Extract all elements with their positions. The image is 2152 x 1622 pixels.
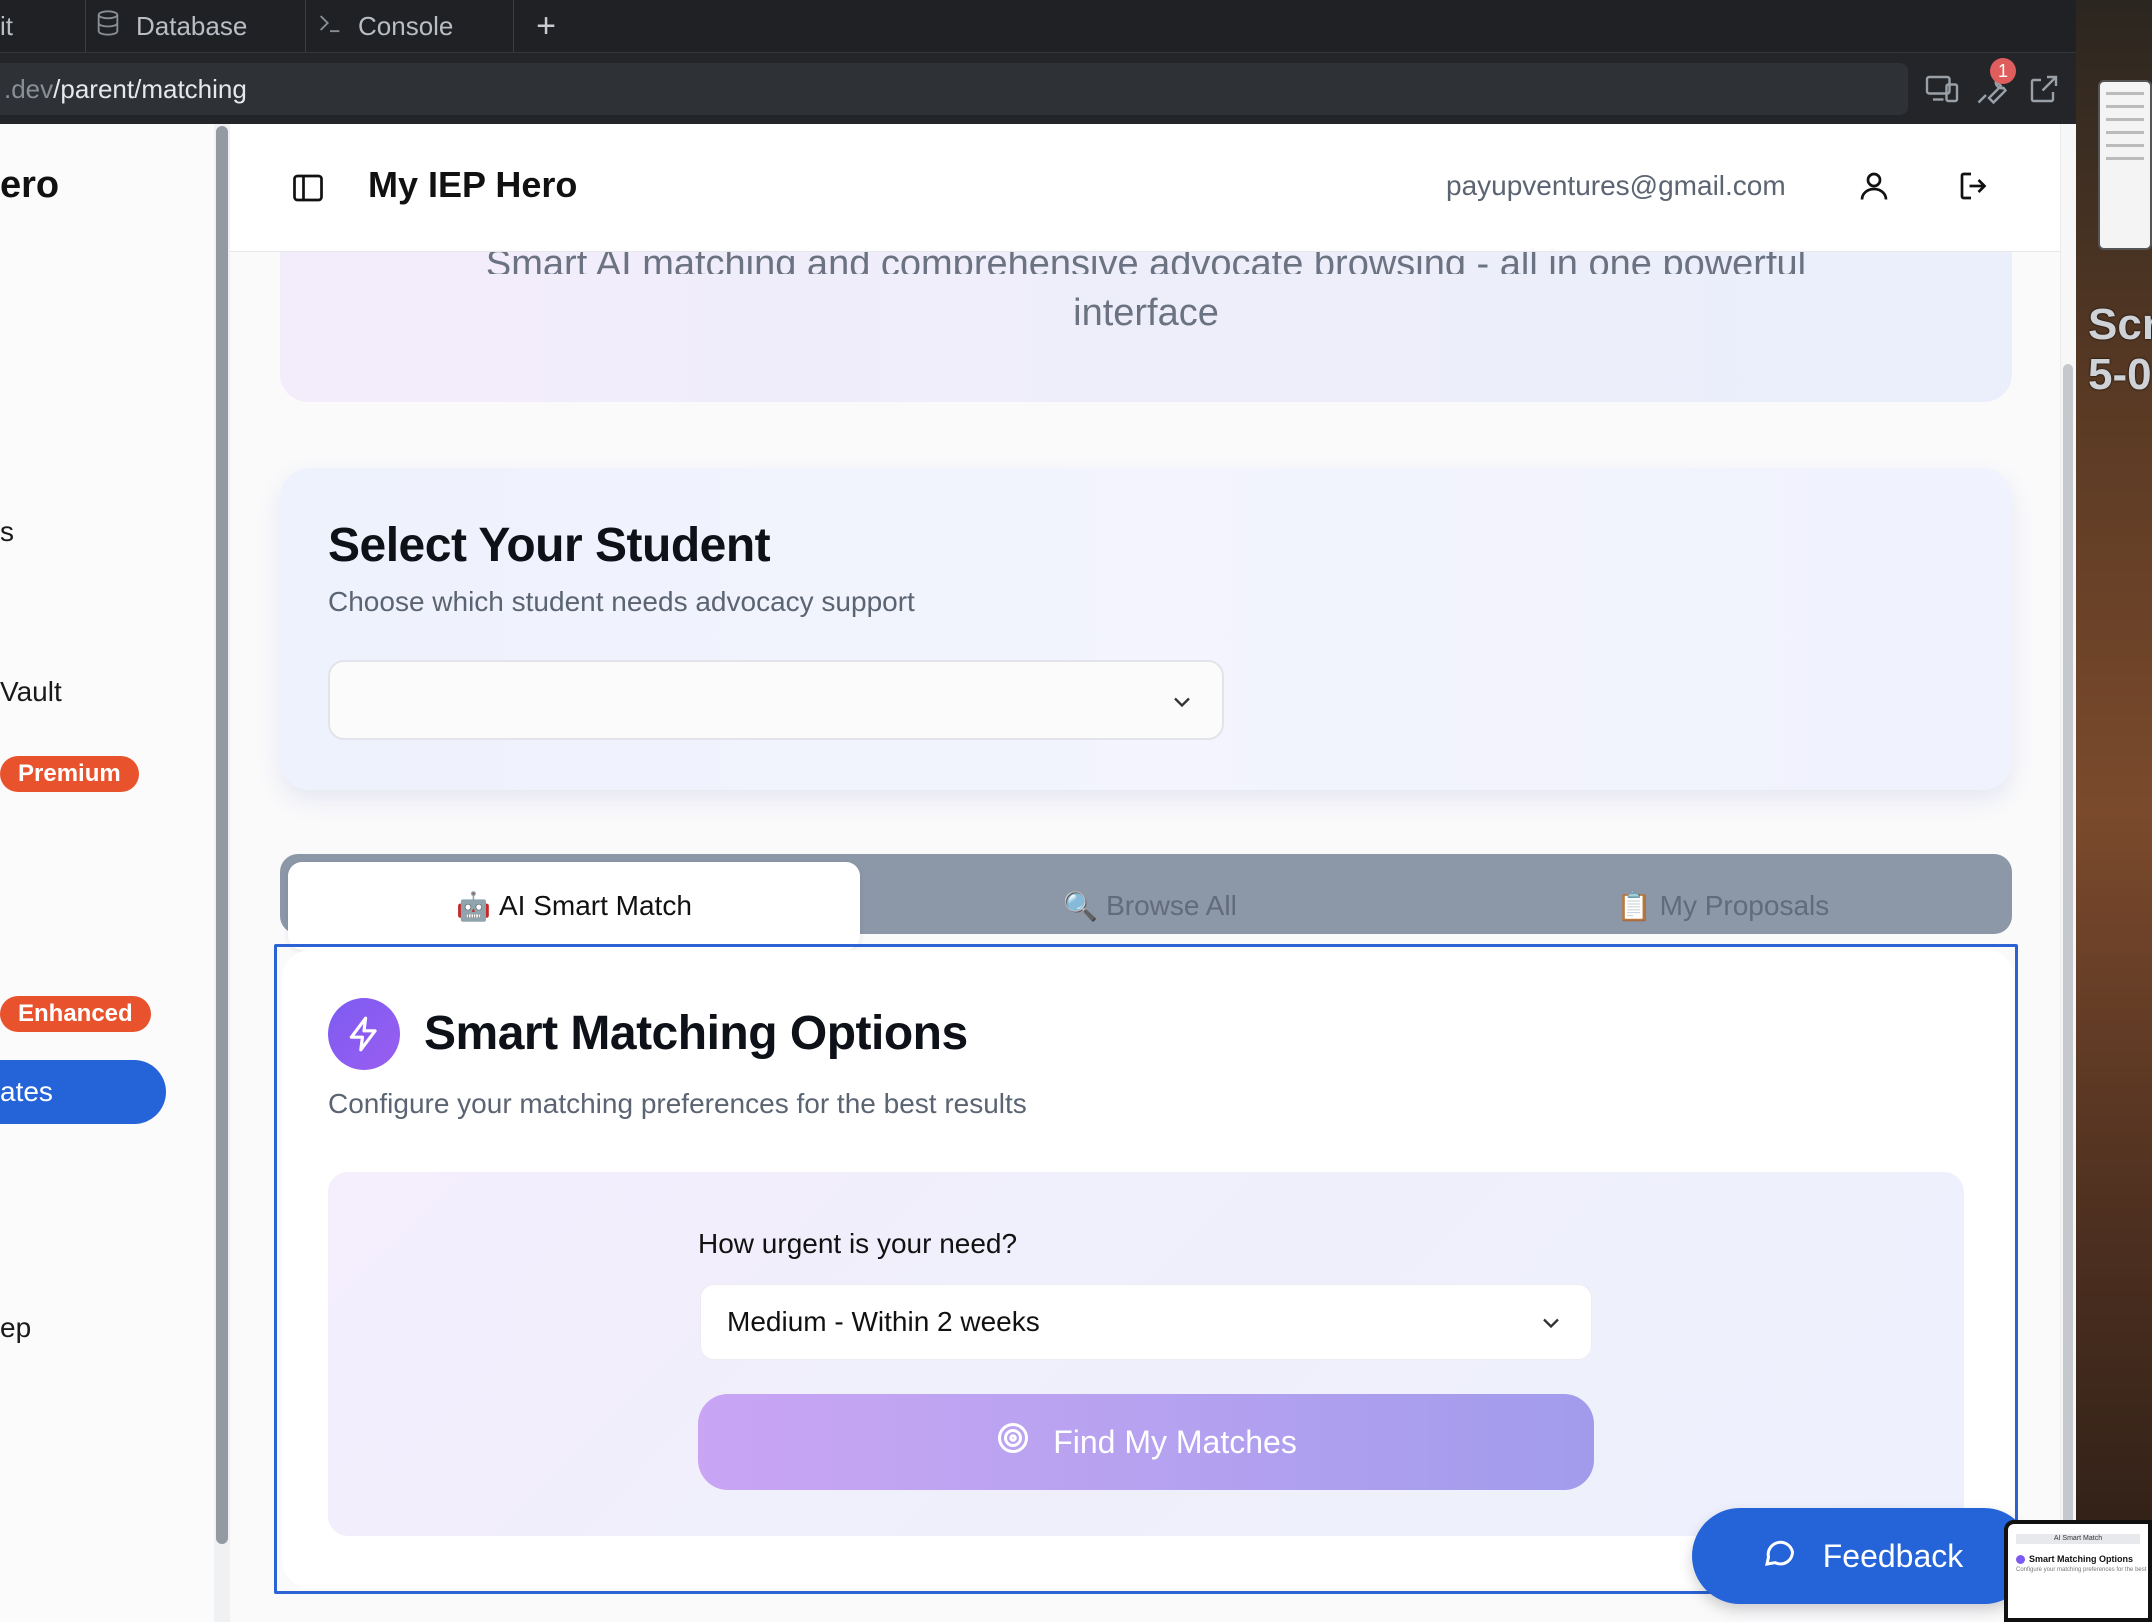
desktop-window-thumbnail[interactable] [2098,80,2152,250]
tab-label: Database [136,10,248,41]
smart-matching-subtitle: Configure your matching preferences for … [328,1088,1027,1119]
tab-label: AI Smart Match [498,890,692,921]
logout-icon[interactable] [1956,168,1992,204]
address-bar-row: .dev/parent/matching [0,52,2076,124]
browser-tab-database[interactable]: Database [88,0,306,52]
select-student-card: Select Your Student Choose which student… [280,468,2012,790]
database-icon [94,9,122,44]
devices-icon[interactable] [1924,71,1960,107]
clipboard-icon: 📋 [1616,890,1652,922]
preview-title: Smart Matching Options [2016,1554,2140,1564]
select-student-heading: Select Your Student [328,519,771,572]
hero-subtitle-continued: interface [1073,292,1219,334]
tab-label: Console [358,10,454,41]
feedback-label: Feedback [1822,1537,1964,1574]
student-select[interactable] [328,660,1224,740]
browser-tab-git[interactable]: it [0,0,86,52]
sidebar-item-help[interactable]: ep [0,1312,31,1344]
tab-label: Browse All [1106,890,1237,921]
screenshot-label-line2: 5-0 [2088,350,2152,399]
tab-browse-all[interactable]: 🔍 Browse All [860,862,1440,950]
external-link-icon[interactable] [2026,71,2062,107]
browser-tab-console[interactable]: Console [308,0,514,52]
target-icon [995,1420,1031,1464]
select-student-subheading: Choose which student needs advocacy supp… [328,586,915,617]
tab-label: it [0,10,13,41]
magnifier-icon: 🔍 [1063,890,1099,922]
chat-bubble-icon [1761,1534,1797,1578]
find-my-matches-button[interactable]: Find My Matches [698,1394,1594,1490]
urgency-select-value: Medium - Within 2 weeks [727,1306,1040,1337]
main-scrollbar[interactable] [2063,364,2073,1622]
screenshot-preview-thumbnail[interactable]: AI Smart Match Smart Matching Options Co… [2004,1520,2152,1622]
terminal-icon [316,9,344,44]
tab-my-proposals[interactable]: 📋 My Proposals [1440,862,2006,950]
desktop-screenshot-label[interactable]: Scre 5-0 [2088,300,2152,400]
hero-banner: Smart AI matching and comprehensive advo… [280,243,2012,402]
chevron-down-icon [1537,1309,1565,1337]
preview-subtitle: Configure your matching preferences for … [2016,1567,2152,1573]
tab-ai-smart-match[interactable]: 🤖 AI Smart Match [288,862,860,950]
preview-tab: AI Smart Match [2016,1534,2140,1544]
matching-tabs: 🤖 AI Smart Match 🔍 Browse All 📋 My Propo… [280,854,2012,950]
url-path: /parent/matching [53,73,247,104]
sidebar: ero s Vault Premium Enhanced ates ep [0,124,214,1622]
find-my-matches-label: Find My Matches [1053,1423,1297,1460]
address-bar[interactable]: .dev/parent/matching [0,63,1908,115]
top-header: My IEP Hero payupventures@gmail.com [230,124,2060,252]
sidebar-item-advocates-active[interactable]: ates [0,1060,166,1124]
urgency-label: How urgent is your need? [698,1228,1018,1259]
enhanced-badge: Enhanced [0,996,151,1032]
app-title: My IEP Hero [368,164,578,205]
smart-matching-title: Smart Matching Options [424,1007,968,1060]
urgency-select[interactable]: Medium - Within 2 weeks [700,1284,1592,1360]
url-host: .dev [4,73,54,104]
sidebar-item[interactable]: s [0,516,14,548]
sidebar-scrollbar[interactable] [216,126,228,1544]
notification-badge: 1 [1990,58,2016,84]
sidebar-item-label: ates [0,1076,53,1107]
new-tab-button[interactable]: + [530,0,562,52]
premium-badge: Premium [0,756,139,792]
robot-icon: 🤖 [456,890,491,922]
lightning-icon [328,998,400,1070]
browser-tab-bar: it Database Console + [0,0,2076,52]
sidebar-brand: ero [0,164,60,206]
sidebar-toggle-icon[interactable] [290,170,326,206]
user-email: payupventures@gmail.com [1446,170,1786,201]
chevron-down-icon [1168,688,1196,716]
sidebar-item-vault[interactable]: Vault [0,676,62,708]
feedback-button[interactable]: Feedback [1692,1508,2032,1604]
lightning-icon [2016,1554,2025,1564]
screenshot-label-line1: Scre [2088,300,2152,349]
tab-label: My Proposals [1659,890,1830,921]
preview-title-text: Smart Matching Options [2029,1554,2134,1564]
user-profile-icon[interactable] [1856,168,1892,204]
